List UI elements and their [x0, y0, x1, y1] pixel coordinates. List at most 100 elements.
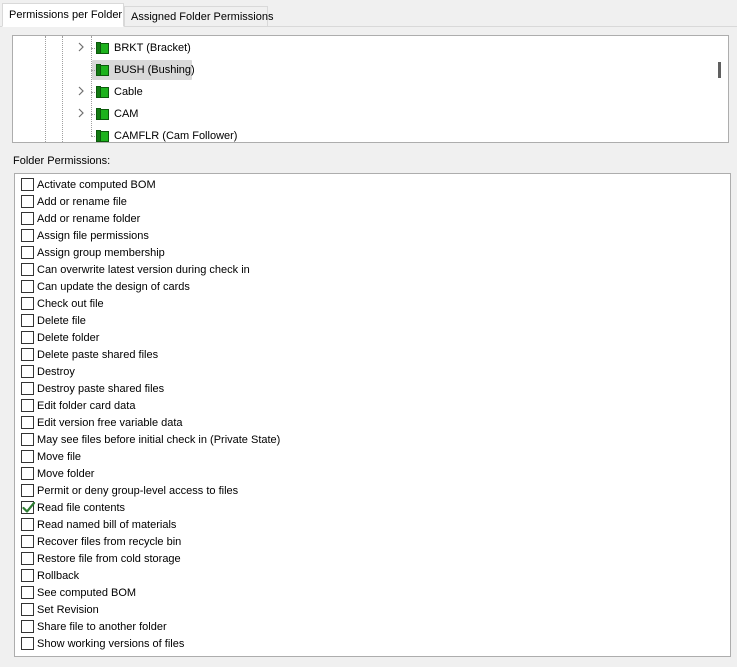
permission-row: Assign file permissions — [15, 227, 730, 244]
permission-label[interactable]: Assign file permissions — [37, 229, 149, 243]
permission-label[interactable]: Move file — [37, 450, 81, 464]
tree-node[interactable]: CAMFLR (Cam Follower) — [13, 125, 713, 142]
checkmark-icon — [22, 501, 36, 513]
permission-row: Share file to another folder — [15, 618, 730, 635]
tab-strip: Permissions per Folder Assigned Folder P… — [0, 0, 737, 27]
permission-checkbox[interactable] — [21, 314, 34, 327]
permission-label[interactable]: Destroy — [37, 365, 75, 379]
permission-label[interactable]: Delete paste shared files — [37, 348, 158, 362]
permission-row: Destroy paste shared files — [15, 380, 730, 397]
tree-node-label: CAM — [114, 108, 139, 120]
permission-label[interactable]: May see files before initial check in (P… — [37, 433, 280, 447]
permission-checkbox[interactable] — [21, 365, 34, 378]
permission-label[interactable]: Can update the design of cards — [37, 280, 190, 294]
green-folder-icon — [96, 42, 110, 54]
permission-row: Edit version free variable data — [15, 414, 730, 431]
permission-row: Rollback — [15, 567, 730, 584]
permission-row: Can overwrite latest version during chec… — [15, 261, 730, 278]
permission-checkbox[interactable] — [21, 416, 34, 429]
permission-label[interactable]: Check out file — [37, 297, 104, 311]
permission-checkbox[interactable] — [21, 569, 34, 582]
permission-checkbox[interactable] — [21, 246, 34, 259]
permission-row: Move file — [15, 448, 730, 465]
permission-label[interactable]: Read named bill of materials — [37, 518, 176, 532]
permission-row: Move folder — [15, 465, 730, 482]
permission-label[interactable]: Edit version free variable data — [37, 416, 183, 430]
permission-row: Assign group membership — [15, 244, 730, 261]
permission-checkbox[interactable] — [21, 178, 34, 191]
permission-label[interactable]: Recover files from recycle bin — [37, 535, 181, 549]
green-folder-icon — [96, 108, 110, 120]
permission-checkbox[interactable] — [21, 586, 34, 599]
folder-permissions-label: Folder Permissions: — [13, 155, 111, 167]
tree-node[interactable]: CAM — [13, 103, 713, 125]
tree-node-label: BRKT (Bracket) — [114, 42, 191, 54]
permission-label[interactable]: Add or rename file — [37, 195, 127, 209]
permission-checkbox[interactable] — [21, 518, 34, 531]
permission-checkbox[interactable] — [21, 484, 34, 497]
permission-checkbox[interactable] — [21, 399, 34, 412]
permission-checkbox[interactable] — [21, 348, 34, 361]
permission-checkbox[interactable] — [21, 450, 34, 463]
tree-node-label: Cable — [114, 86, 143, 98]
permission-row: Delete file — [15, 312, 730, 329]
permission-checkbox[interactable] — [21, 229, 34, 242]
permission-label[interactable]: See computed BOM — [37, 586, 136, 600]
permission-checkbox[interactable] — [21, 297, 34, 310]
permission-label[interactable]: Share file to another folder — [37, 620, 167, 634]
permission-label[interactable]: Permit or deny group-level access to fil… — [37, 484, 238, 498]
folder-tree[interactable]: BRKT (Bracket) BUSH (Bushing) Cable CAM CAMF… — [12, 35, 729, 143]
tree-scrollbar-thumb[interactable] — [718, 62, 721, 78]
permission-checkbox[interactable] — [21, 433, 34, 446]
permission-label[interactable]: Set Revision — [37, 603, 99, 617]
permission-label[interactable]: Rollback — [37, 569, 79, 583]
permission-checkbox[interactable] — [21, 382, 34, 395]
permission-row: Read named bill of materials — [15, 516, 730, 533]
permission-label[interactable]: Edit folder card data — [37, 399, 135, 413]
permission-row: May see files before initial check in (P… — [15, 431, 730, 448]
permission-checkbox[interactable] — [21, 263, 34, 276]
permission-checkbox[interactable] — [21, 535, 34, 548]
permission-row: Show working versions of files — [15, 635, 730, 652]
permission-row: Destroy — [15, 363, 730, 380]
chevron-right-icon[interactable] — [77, 86, 87, 98]
permission-row: Activate computed BOM — [15, 176, 730, 193]
permission-label[interactable]: Show working versions of files — [37, 637, 184, 651]
permission-label[interactable]: Restore file from cold storage — [37, 552, 181, 566]
permission-checkbox[interactable] — [21, 637, 34, 650]
permission-row: Delete folder — [15, 329, 730, 346]
permission-checkbox[interactable] — [21, 620, 34, 633]
permission-label[interactable]: Delete folder — [37, 331, 99, 345]
permission-label[interactable]: Move folder — [37, 467, 94, 481]
permission-checkbox[interactable] — [21, 280, 34, 293]
tree-node-label: BUSH (Bushing) — [114, 64, 195, 76]
permission-label[interactable]: Activate computed BOM — [37, 178, 156, 192]
tree-node-label: CAMFLR (Cam Follower) — [114, 130, 238, 142]
permission-checkbox[interactable] — [21, 552, 34, 565]
permission-row: Restore file from cold storage — [15, 550, 730, 567]
permission-checkbox[interactable] — [21, 501, 36, 514]
permission-label[interactable]: Read file contents — [37, 501, 125, 515]
permission-row: Add or rename folder — [15, 210, 730, 227]
permission-label[interactable]: Assign group membership — [37, 246, 165, 260]
permission-checkbox[interactable] — [21, 195, 34, 208]
tab-permissions-per-folder[interactable]: Permissions per Folder — [2, 3, 124, 27]
folder-permissions-list: Activate computed BOM Add or rename file A… — [14, 173, 731, 657]
tree-node[interactable]: BRKT (Bracket) — [13, 37, 713, 59]
permission-checkbox[interactable] — [21, 212, 34, 225]
permission-label[interactable]: Add or rename folder — [37, 212, 140, 226]
tree-node[interactable]: Cable — [13, 81, 713, 103]
chevron-right-icon[interactable] — [77, 108, 87, 120]
permission-row: Add or rename file — [15, 193, 730, 210]
permission-row: Check out file — [15, 295, 730, 312]
tree-node[interactable]: BUSH (Bushing) — [13, 59, 713, 81]
permission-checkbox[interactable] — [21, 467, 34, 480]
permission-row: Set Revision — [15, 601, 730, 618]
permission-label[interactable]: Can overwrite latest version during chec… — [37, 263, 250, 277]
tab-assigned-folder-permissions[interactable]: Assigned Folder Permissions — [124, 6, 273, 27]
permission-checkbox[interactable] — [21, 603, 34, 616]
permission-checkbox[interactable] — [21, 331, 34, 344]
permission-label[interactable]: Destroy paste shared files — [37, 382, 164, 396]
chevron-right-icon[interactable] — [77, 42, 87, 54]
permission-label[interactable]: Delete file — [37, 314, 86, 328]
